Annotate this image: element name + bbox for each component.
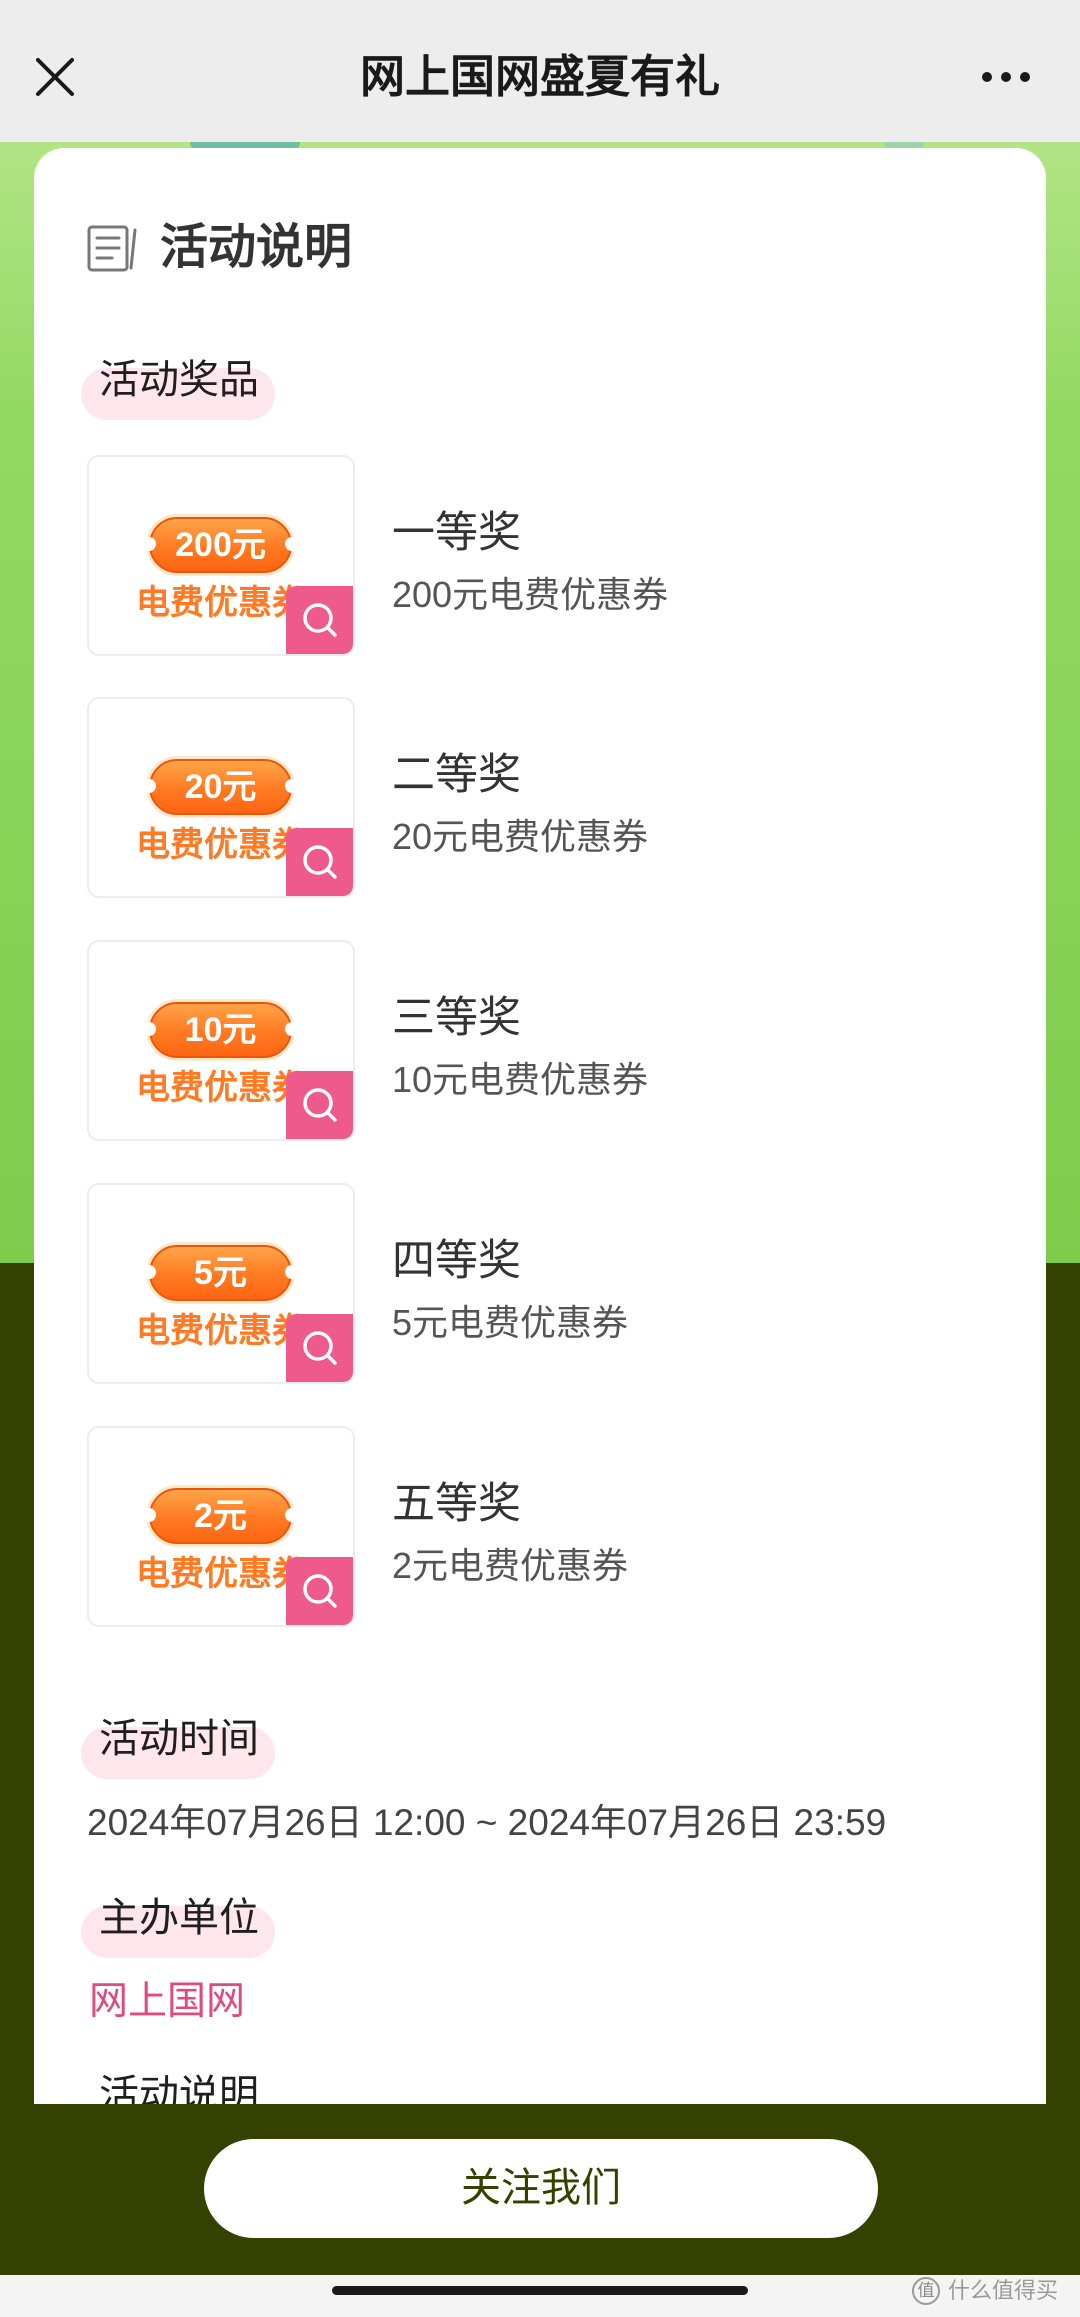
zoom-button[interactable] xyxy=(286,1314,353,1382)
more-icon xyxy=(982,72,1030,82)
prize-item: 2元 电费优惠券 五等奖 2元电费优惠券 xyxy=(34,1426,1046,1627)
zoom-button[interactable] xyxy=(286,1071,353,1139)
prize-description: 200元电费优惠券 xyxy=(392,574,669,615)
card-title: 活动说明 xyxy=(160,221,353,274)
footer-bar: 关注我们 xyxy=(0,2104,1080,2275)
prize-item: 200元 电费优惠券 一等奖 200元电费优惠券 xyxy=(34,455,1046,656)
zoom-button[interactable] xyxy=(286,828,353,896)
zoom-button[interactable] xyxy=(286,586,353,654)
prize-level: 一等奖 xyxy=(392,509,521,557)
section-label-organizer: 主办单位 xyxy=(99,1896,259,1940)
activity-info-card: 活动说明 活动奖品 200元 电费优惠券 一等奖 200元电费优惠券 20元 电… xyxy=(34,148,1046,2168)
section-label-prizes: 活动奖品 xyxy=(99,358,259,402)
coupon-ticket: 10元 xyxy=(142,1002,299,1058)
prize-description: 10元电费优惠券 xyxy=(392,1059,649,1100)
follow-us-button[interactable]: 关注我们 xyxy=(204,2139,878,2238)
prize-description: 5元电费优惠券 xyxy=(392,1302,629,1343)
ticket-amount: 20元 xyxy=(184,768,257,806)
page-title: 网上国网盛夏有礼 xyxy=(359,51,720,102)
prize-level: 二等奖 xyxy=(392,751,521,799)
coupon-ticket: 200元 xyxy=(142,517,299,573)
organizer-link[interactable]: 网上国网 xyxy=(89,1980,245,2024)
prize-thumbnail[interactable]: 2元 电费优惠券 xyxy=(87,1426,355,1627)
coupon-ticket: 20元 xyxy=(142,759,299,815)
home-indicator[interactable] xyxy=(332,2286,748,2295)
magnifier-icon xyxy=(302,603,337,637)
magnifier-icon xyxy=(302,1574,337,1608)
more-button[interactable] xyxy=(976,58,1036,96)
prize-thumbnail[interactable]: 5元 电费优惠券 xyxy=(87,1183,355,1384)
activity-time-value: 2024年07月26日 12:00 ~ 2024年07月26日 23:59 xyxy=(87,1802,887,1843)
prize-item: 10元 电费优惠券 三等奖 10元电费优惠券 xyxy=(34,940,1046,1141)
ticket-amount: 10元 xyxy=(184,1011,257,1049)
prize-level: 四等奖 xyxy=(392,1237,521,1285)
prize-item: 20元 电费优惠券 二等奖 20元电费优惠券 xyxy=(34,697,1046,898)
prize-thumbnail[interactable]: 200元 电费优惠券 xyxy=(87,455,355,656)
prize-description: 20元电费优惠券 xyxy=(392,816,649,857)
prize-thumbnail[interactable]: 20元 电费优惠券 xyxy=(87,697,355,898)
prize-level: 三等奖 xyxy=(392,994,521,1042)
coupon-ticket: 5元 xyxy=(142,1245,299,1301)
magnifier-icon xyxy=(302,845,337,879)
ticket-amount: 5元 xyxy=(194,1254,247,1292)
prize-item: 5元 电费优惠券 四等奖 5元电费优惠券 xyxy=(34,1183,1046,1384)
prize-thumbnail[interactable]: 10元 电费优惠券 xyxy=(87,940,355,1141)
magnifier-icon xyxy=(302,1088,337,1122)
ticket-amount: 200元 xyxy=(175,526,266,564)
watermark-logo: 值 xyxy=(912,2277,940,2305)
ticket-amount: 2元 xyxy=(194,1497,247,1535)
zoom-button[interactable] xyxy=(286,1557,353,1625)
document-icon xyxy=(87,225,137,272)
watermark-text: 什么值得买 xyxy=(948,2278,1059,2303)
prize-description: 2元电费优惠券 xyxy=(392,1545,629,1586)
top-bar: 网上国网盛夏有礼 xyxy=(0,0,1080,142)
section-label-time: 活动时间 xyxy=(99,1717,259,1761)
magnifier-icon xyxy=(302,1331,337,1365)
coupon-ticket: 2元 xyxy=(142,1488,299,1544)
prize-level: 五等奖 xyxy=(392,1480,521,1528)
